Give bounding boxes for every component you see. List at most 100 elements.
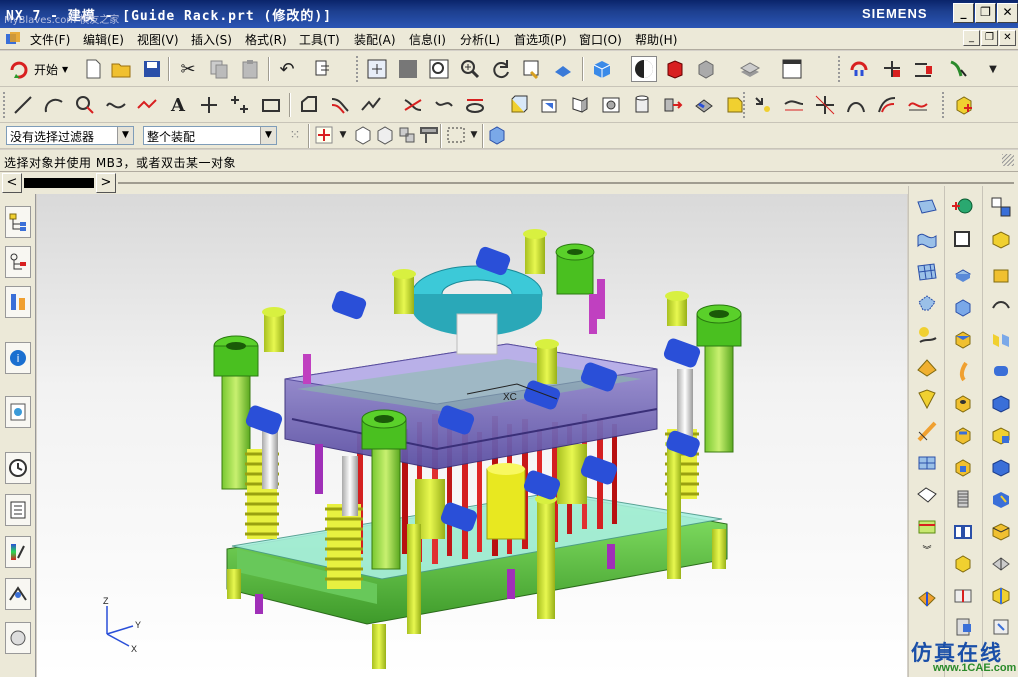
snap-point-button[interactable] xyxy=(313,123,335,147)
deselect-all-button[interactable] xyxy=(486,123,508,147)
thread-feature-button[interactable] xyxy=(950,486,976,512)
edit-positioning-button[interactable] xyxy=(988,226,1014,252)
swept-surface-button[interactable] xyxy=(914,322,940,348)
perspective-button[interactable] xyxy=(550,56,576,82)
edge-blend-button[interactable] xyxy=(691,92,717,118)
wrap-curve-button[interactable] xyxy=(905,92,931,118)
n-sided-surface-button[interactable] xyxy=(914,290,940,316)
minimize-button[interactable]: _ xyxy=(953,3,974,23)
thread-button[interactable] xyxy=(660,92,686,118)
show-hidden-button[interactable] xyxy=(352,123,374,147)
global-shaping-button[interactable] xyxy=(914,450,940,476)
zoom-button[interactable] xyxy=(426,56,452,82)
doc-close-button[interactable]: ✕ xyxy=(999,30,1016,46)
menu-preferences[interactable]: 首选项(P) xyxy=(514,31,567,48)
system-materials-tab[interactable] xyxy=(5,494,31,526)
polygon-button[interactable] xyxy=(296,92,322,118)
play-back-button[interactable] xyxy=(988,550,1014,576)
open-button[interactable] xyxy=(108,56,134,82)
copy-button[interactable] xyxy=(206,56,232,82)
paste-button[interactable] xyxy=(237,56,263,82)
isoparametric-curve-button[interactable] xyxy=(874,92,900,118)
studio-surface-button[interactable] xyxy=(914,354,940,380)
cylinder-button[interactable] xyxy=(629,92,655,118)
join-curve-button[interactable] xyxy=(431,92,457,118)
through-curve-mesh-button[interactable] xyxy=(914,258,940,284)
move-component-button[interactable] xyxy=(879,56,905,82)
intersection-curve-button[interactable] xyxy=(812,92,838,118)
boss-button[interactable] xyxy=(950,326,976,352)
fit-button[interactable] xyxy=(364,56,390,82)
section-view-button[interactable] xyxy=(662,56,688,82)
sweep-button[interactable] xyxy=(567,92,593,118)
cone-button[interactable] xyxy=(950,294,976,320)
reorder-feature-button[interactable] xyxy=(988,294,1014,320)
assembly-navigator-tab[interactable] xyxy=(5,206,31,238)
edit-parameters-button[interactable] xyxy=(988,194,1014,220)
wave-geometry-button[interactable] xyxy=(946,56,972,82)
history-tab[interactable] xyxy=(5,452,31,484)
surface-toolbar-more[interactable]: ︾ xyxy=(914,542,940,556)
extrude-button[interactable] xyxy=(505,92,531,118)
studio-spline-button[interactable] xyxy=(134,92,160,118)
guide-post-back[interactable] xyxy=(555,243,595,295)
web-browser-tab[interactable] xyxy=(5,396,31,428)
repeat-command-button[interactable] xyxy=(310,56,336,82)
sprue-bushing[interactable] xyxy=(456,313,498,355)
spline-button[interactable] xyxy=(103,92,129,118)
save-button[interactable] xyxy=(139,56,165,82)
arc-button[interactable] xyxy=(41,92,67,118)
start-button[interactable]: 开始 ▼ xyxy=(8,56,68,82)
color-palette-button[interactable] xyxy=(779,56,805,82)
nav-scroll-right-button[interactable]: > xyxy=(96,173,116,193)
menu-help[interactable]: 帮助(H) xyxy=(635,31,677,48)
reuse-library-tab[interactable]: i xyxy=(5,342,31,374)
trim-curve-button[interactable] xyxy=(400,92,426,118)
zoom-window-button[interactable] xyxy=(395,56,421,82)
general-selection-filter-button[interactable]: ⁙ xyxy=(284,123,306,147)
point-constructor-button[interactable] xyxy=(750,92,776,118)
resize-grip-icon[interactable] xyxy=(1002,154,1014,166)
toolbar-grip[interactable] xyxy=(3,92,7,118)
pan-button[interactable] xyxy=(519,56,545,82)
line-button[interactable] xyxy=(10,92,36,118)
sketch-button[interactable] xyxy=(950,194,976,220)
rectangle-button[interactable] xyxy=(258,92,284,118)
delay-update-button[interactable] xyxy=(988,486,1014,512)
unsuppress-feature-button[interactable] xyxy=(988,422,1014,448)
mate-component-button[interactable] xyxy=(910,56,936,82)
toolbar-grip[interactable] xyxy=(743,92,747,118)
menu-format[interactable]: 格式(R) xyxy=(245,31,287,48)
move-feature-button[interactable] xyxy=(988,262,1014,288)
menu-insert[interactable]: 插入(S) xyxy=(191,31,232,48)
block-button[interactable] xyxy=(950,262,976,288)
point-button[interactable] xyxy=(196,92,222,118)
select-feature-button[interactable] xyxy=(418,123,440,147)
menu-edit[interactable]: 编辑(E) xyxy=(83,31,124,48)
groove-button[interactable] xyxy=(950,454,976,480)
snap-point-dropdown[interactable]: ▼ xyxy=(336,123,350,147)
document-tab[interactable] xyxy=(24,178,94,188)
suppress-feature-button[interactable] xyxy=(988,390,1014,416)
menu-analysis[interactable]: 分析(L) xyxy=(460,31,500,48)
close-button[interactable]: ✕ xyxy=(997,3,1018,23)
instance-feature-button[interactable] xyxy=(950,550,976,576)
zoom-in-out-button[interactable] xyxy=(457,56,483,82)
diagnose-button[interactable] xyxy=(914,586,940,612)
tube-button[interactable] xyxy=(598,92,624,118)
menu-window[interactable]: 窗口(O) xyxy=(579,31,622,48)
nav-scroll-left-button[interactable]: < xyxy=(2,173,22,193)
toolbar-grip[interactable] xyxy=(838,56,842,82)
menu-information[interactable]: 信息(I) xyxy=(409,31,446,48)
rectangle-select-button[interactable] xyxy=(445,123,467,147)
hole-button[interactable] xyxy=(950,390,976,416)
sweep-along-guide-button[interactable] xyxy=(914,386,940,412)
return-spring-center[interactable] xyxy=(325,504,363,589)
layer-settings-button[interactable] xyxy=(737,56,763,82)
menu-assemblies[interactable]: 装配(A) xyxy=(354,31,396,48)
doc-restore-button[interactable]: ❐ xyxy=(981,30,998,46)
toolbar-options-button[interactable]: ▼ xyxy=(980,56,1006,82)
new-file-button[interactable] xyxy=(80,56,106,82)
process-studio-tab[interactable] xyxy=(5,536,31,568)
toolbar-grip[interactable] xyxy=(356,56,360,82)
